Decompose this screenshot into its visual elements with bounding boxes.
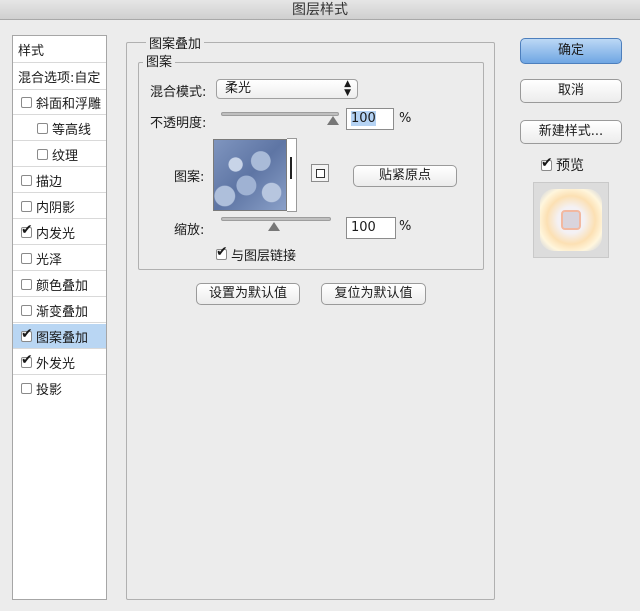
style-list-item[interactable]: 纹理 [13, 142, 106, 167]
style-item-label: 外发光 [36, 356, 76, 372]
style-item-label: 等高线 [52, 122, 92, 138]
link-with-layer-checkbox[interactable] [216, 244, 228, 260]
blend-mode-select[interactable]: 柔光 ▲ ▼ [216, 79, 358, 99]
opacity-label: 不透明度: [150, 116, 207, 131]
style-list-item[interactable]: 渐变叠加 [13, 298, 106, 323]
preview-core [561, 210, 581, 230]
link-with-layer-label: 与图层链接 [231, 249, 297, 264]
style-item-checkbox[interactable] [21, 383, 32, 394]
style-item-label: 颜色叠加 [36, 278, 89, 294]
style-item-checkbox[interactable] [21, 252, 32, 264]
style-list-item[interactable]: 投影 [13, 376, 106, 401]
style-preview-thumbnail [533, 182, 609, 258]
style-list-item[interactable]: 内发光 [13, 220, 106, 245]
style-item-checkbox[interactable] [21, 222, 33, 238]
style-list-item[interactable]: 等高线 [13, 116, 106, 141]
style-item-label: 光泽 [36, 252, 63, 268]
preview-checkbox[interactable] [541, 155, 553, 171]
style-item-label: 纹理 [52, 148, 79, 164]
pattern-swatch[interactable] [213, 139, 287, 211]
style-item-label: 渐变叠加 [36, 304, 89, 320]
popup-arrows-icon: ▲ ▼ [344, 79, 351, 98]
style-item-checkbox[interactable] [21, 174, 32, 186]
scale-unit: % [399, 219, 412, 234]
preview-label: 预览 [556, 158, 584, 174]
style-item-label: 图案叠加 [36, 330, 89, 346]
style-item-checkbox[interactable] [21, 96, 32, 108]
style-list-item[interactable]: 内阴影 [13, 194, 106, 219]
scale-label: 缩放: [174, 223, 205, 238]
style-list: 样式 混合选项:自定 斜面和浮雕等高线纹理描边内阴影内发光光泽颜色叠加渐变叠加图… [12, 35, 107, 600]
opacity-unit: % [399, 111, 412, 126]
style-item-checkbox[interactable] [21, 278, 32, 290]
style-list-item[interactable]: 图案叠加 [13, 324, 106, 349]
style-item-checkbox[interactable] [21, 304, 32, 316]
link-with-layer-option[interactable]: 与图层链接 [216, 244, 297, 264]
style-item-label: 内阴影 [36, 200, 76, 216]
style-list-item[interactable]: 外发光 [13, 350, 106, 375]
style-list-item[interactable]: 斜面和浮雕 [13, 90, 106, 115]
new-preset-icon[interactable] [311, 164, 329, 182]
preview-glow [540, 189, 602, 251]
snap-to-origin-button[interactable]: 贴紧原点 [353, 165, 457, 187]
style-item-label: 描边 [36, 174, 63, 190]
reset-default-button[interactable]: 复位为默认值 [321, 283, 426, 305]
style-item-label: 投影 [36, 383, 63, 398]
blend-mode-label: 混合模式: [150, 85, 207, 100]
style-list-item[interactable]: 描边 [13, 168, 106, 193]
opacity-input[interactable]: 100 [346, 108, 394, 130]
style-list-header[interactable]: 样式 [13, 36, 106, 63]
style-item-checkbox[interactable] [21, 200, 32, 212]
pattern-label: 图案: [174, 170, 205, 185]
scale-input[interactable]: 100 [346, 217, 396, 239]
preview-option[interactable]: 预览 [541, 155, 584, 175]
pattern-subgroup-title: 图案 [143, 51, 176, 70]
blend-mode-value: 柔光 [225, 81, 252, 96]
pattern-picker-dropdown[interactable] [287, 138, 297, 212]
opacity-slider[interactable] [221, 112, 339, 116]
style-item-label: 斜面和浮雕 [36, 96, 102, 112]
opacity-slider-thumb[interactable] [327, 116, 339, 125]
style-item-checkbox[interactable] [37, 122, 48, 134]
scale-slider-thumb[interactable] [268, 222, 280, 231]
new-style-button[interactable]: 新建样式... [520, 120, 622, 144]
ok-button[interactable]: 确定 [520, 38, 622, 64]
pattern-overlay-title: 图案叠加 [146, 33, 205, 52]
make-default-button[interactable]: 设置为默认值 [196, 283, 300, 305]
window-title: 图层样式 [0, 0, 640, 20]
style-item-checkbox[interactable] [37, 148, 48, 160]
style-list-item[interactable]: 光泽 [13, 246, 106, 271]
scale-slider[interactable] [221, 217, 331, 221]
style-item-checkbox[interactable] [21, 352, 33, 368]
style-list-item[interactable]: 颜色叠加 [13, 272, 106, 297]
cancel-button[interactable]: 取消 [520, 79, 622, 103]
style-item-label: 内发光 [36, 226, 76, 242]
style-item-checkbox[interactable] [21, 326, 33, 342]
blend-options-item[interactable]: 混合选项:自定 [13, 63, 106, 90]
